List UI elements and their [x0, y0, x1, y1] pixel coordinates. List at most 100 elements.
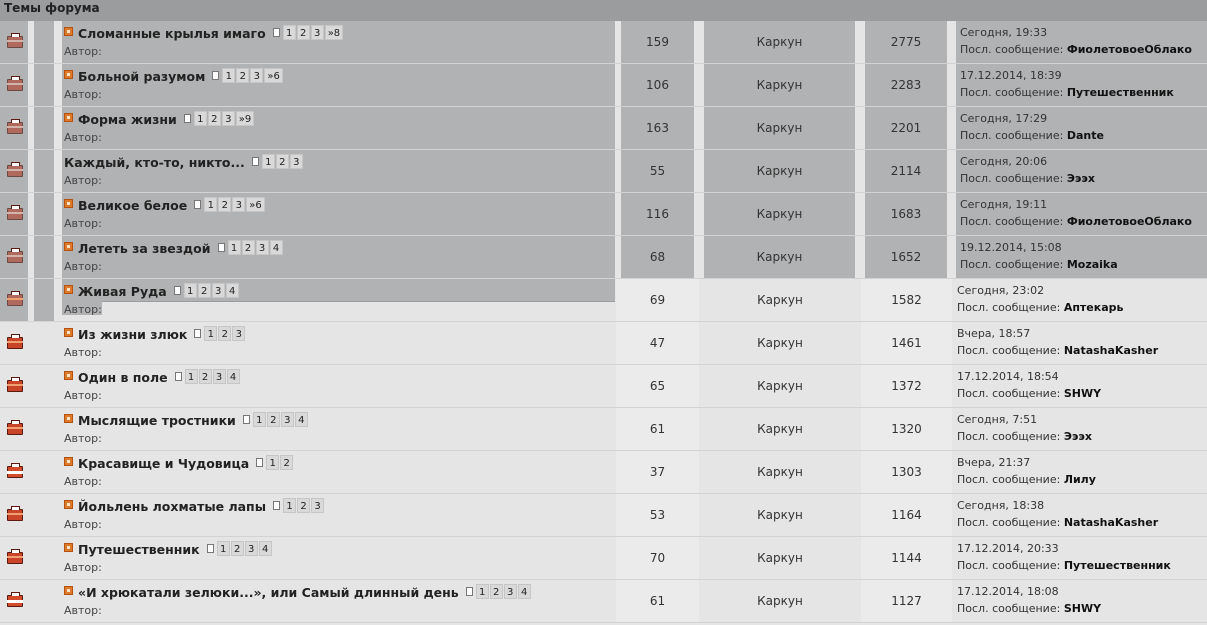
page-link[interactable]: 4 [225, 283, 239, 298]
page-link[interactable]: 1 [184, 369, 198, 384]
topic-row[interactable]: Лететь за звездой 1 2 3 4 Автор: 68 Каркун 1652 1… [0, 236, 1207, 279]
last-post-user[interactable]: Аптекарь [1064, 301, 1124, 314]
last-post-user[interactable]: ФиолетовоеОблако [1067, 215, 1192, 228]
author-name[interactable]: Каркун [700, 293, 860, 307]
new-post-icon[interactable] [64, 199, 73, 208]
page-link[interactable]: 1 [283, 498, 297, 513]
last-post-date[interactable]: Вчера, 18:57 [957, 327, 1030, 340]
topic-row[interactable]: «И хрюкатали зелюки...», или Самый длинн… [0, 580, 1207, 623]
last-post-user[interactable]: SHWY [1064, 602, 1101, 615]
topic-title-link[interactable]: Лететь за звездой [78, 241, 211, 256]
author-name[interactable]: Каркун [704, 164, 855, 178]
author-name[interactable]: Каркун [704, 35, 855, 49]
topic-title-link[interactable]: Один в поле [78, 370, 168, 385]
page-link[interactable]: 1 [222, 68, 236, 83]
page-link[interactable]: 3 [280, 412, 294, 427]
topic-title-link[interactable]: Из жизни злюк [78, 327, 187, 342]
last-post-user[interactable]: Путешественник [1064, 559, 1171, 572]
topic-row[interactable]: Йольлень лохматые лапы 1 2 3 Автор: 53 Каркун 1… [0, 494, 1207, 537]
topic-title-link[interactable]: Мыслящие тростники [78, 413, 236, 428]
topic-title-link[interactable]: Красавище и Чудовица [78, 456, 249, 471]
last-post-user[interactable]: ФиолетовоеОблако [1067, 43, 1192, 56]
topic-title-link[interactable]: Живая Руда [78, 284, 167, 299]
author-name[interactable]: Каркун [700, 594, 860, 608]
page-link[interactable]: 3 [211, 283, 225, 298]
topic-row[interactable]: Форма жизни 1 2 3 »9 Автор: 163 Каркун 2201 Сегод… [0, 107, 1207, 150]
page-link[interactable]: 3 [221, 111, 235, 126]
topic-row[interactable]: Живая Руда 1 2 3 4 Автор: 69 Каркун 1582 Сегодня,… [0, 279, 1207, 322]
last-post-user[interactable]: Эээх [1067, 172, 1095, 185]
page-link[interactable]: 2 [218, 326, 232, 341]
last-post-user[interactable]: Dante [1067, 129, 1104, 142]
author-name[interactable]: Каркун [700, 465, 860, 479]
topic-title-link[interactable]: Больной разумом [78, 69, 205, 84]
topic-row[interactable]: Красавище и Чудовица 1 2 Автор: 37 Каркун 1303… [0, 451, 1207, 494]
page-link[interactable]: 3 [310, 25, 324, 40]
new-post-icon[interactable] [64, 285, 73, 294]
new-post-icon[interactable] [64, 543, 73, 552]
last-post-user[interactable]: NatashaKasher [1064, 344, 1158, 357]
page-link[interactable]: 3 [244, 541, 258, 556]
page-link[interactable]: 2 [198, 369, 212, 384]
page-link[interactable]: 2 [230, 541, 244, 556]
page-link[interactable]: 3 [232, 326, 246, 341]
topic-title-link[interactable]: Сломанные крылья имаго [78, 26, 266, 41]
author-name[interactable]: Каркун [704, 121, 855, 135]
topic-title-link[interactable]: Форма жизни [78, 112, 177, 127]
page-link[interactable]: 1 [204, 197, 218, 212]
last-post-date[interactable]: 17.12.2014, 20:33 [957, 542, 1059, 555]
page-link[interactable]: 4 [517, 584, 531, 599]
author-name[interactable]: Каркун [700, 422, 860, 436]
page-link[interactable]: 3 [212, 369, 226, 384]
last-post-date[interactable]: Сегодня, 7:51 [957, 413, 1037, 426]
page-link[interactable]: 2 [218, 197, 232, 212]
new-post-icon[interactable] [64, 113, 73, 122]
new-post-icon[interactable] [64, 414, 73, 423]
author-name[interactable]: Каркун [700, 379, 860, 393]
last-post-user[interactable]: Путешественник [1067, 86, 1174, 99]
page-link[interactable]: 1 [252, 412, 266, 427]
topic-title-link[interactable]: Йольлень лохматые лапы [78, 499, 266, 514]
page-link[interactable]: 2 [207, 111, 221, 126]
last-post-date[interactable]: 19.12.2014, 15:08 [960, 241, 1062, 254]
last-post-user[interactable]: Эээх [1064, 430, 1092, 443]
author-name[interactable]: Каркун [704, 250, 855, 264]
page-link[interactable]: 2 [266, 412, 280, 427]
page-link[interactable]: »8 [324, 25, 344, 40]
last-post-user[interactable]: Mozaika [1067, 258, 1118, 271]
new-post-icon[interactable] [64, 242, 73, 251]
last-post-user[interactable]: SHWY [1064, 387, 1101, 400]
page-link[interactable]: 1 [204, 326, 218, 341]
topic-row[interactable]: Один в поле 1 2 3 4 Автор: 65 Каркун 1372 17.12.2… [0, 365, 1207, 408]
last-post-date[interactable]: 17.12.2014, 18:08 [957, 585, 1059, 598]
new-post-icon[interactable] [64, 371, 73, 380]
page-link[interactable]: 1 [183, 283, 197, 298]
page-link[interactable]: »6 [264, 68, 283, 83]
new-post-icon[interactable] [64, 500, 73, 509]
page-link[interactable]: 4 [226, 369, 240, 384]
topic-title-link[interactable]: Великое белое [78, 198, 187, 213]
topic-row[interactable]: Сломанные крылья имаго 1 2 3 »8 Автор: 159 Карк… [0, 21, 1207, 64]
last-post-date[interactable]: Сегодня, 19:11 [960, 198, 1047, 211]
page-link[interactable]: 1 [227, 240, 241, 255]
author-name[interactable]: Каркун [704, 78, 855, 92]
page-link[interactable]: 2 [241, 240, 255, 255]
last-post-user[interactable]: Лилу [1064, 473, 1096, 486]
author-name[interactable]: Каркун [700, 551, 860, 565]
page-link[interactable]: »6 [246, 197, 265, 212]
page-link[interactable]: 3 [289, 154, 303, 169]
topic-row[interactable]: Каждый, кто-то, никто... 1 2 3 Автор: 55 Карку… [0, 150, 1207, 193]
topic-row[interactable]: Путешественник 1 2 3 4 Автор: 70 Каркун 1144 17.1… [0, 537, 1207, 580]
last-post-user[interactable]: NatashaKasher [1064, 516, 1158, 529]
page-link[interactable]: 1 [261, 154, 275, 169]
last-post-date[interactable]: Вчера, 21:37 [957, 456, 1030, 469]
new-post-icon[interactable] [64, 457, 73, 466]
page-link[interactable]: 2 [275, 154, 289, 169]
topic-title-link[interactable]: Путешественник [78, 542, 200, 557]
new-post-icon[interactable] [64, 70, 73, 79]
page-link[interactable]: 1 [216, 541, 230, 556]
last-post-date[interactable]: Сегодня, 20:06 [960, 155, 1047, 168]
last-post-date[interactable]: Сегодня, 18:38 [957, 499, 1044, 512]
page-link[interactable]: 1 [282, 25, 296, 40]
page-link[interactable]: 3 [503, 584, 517, 599]
